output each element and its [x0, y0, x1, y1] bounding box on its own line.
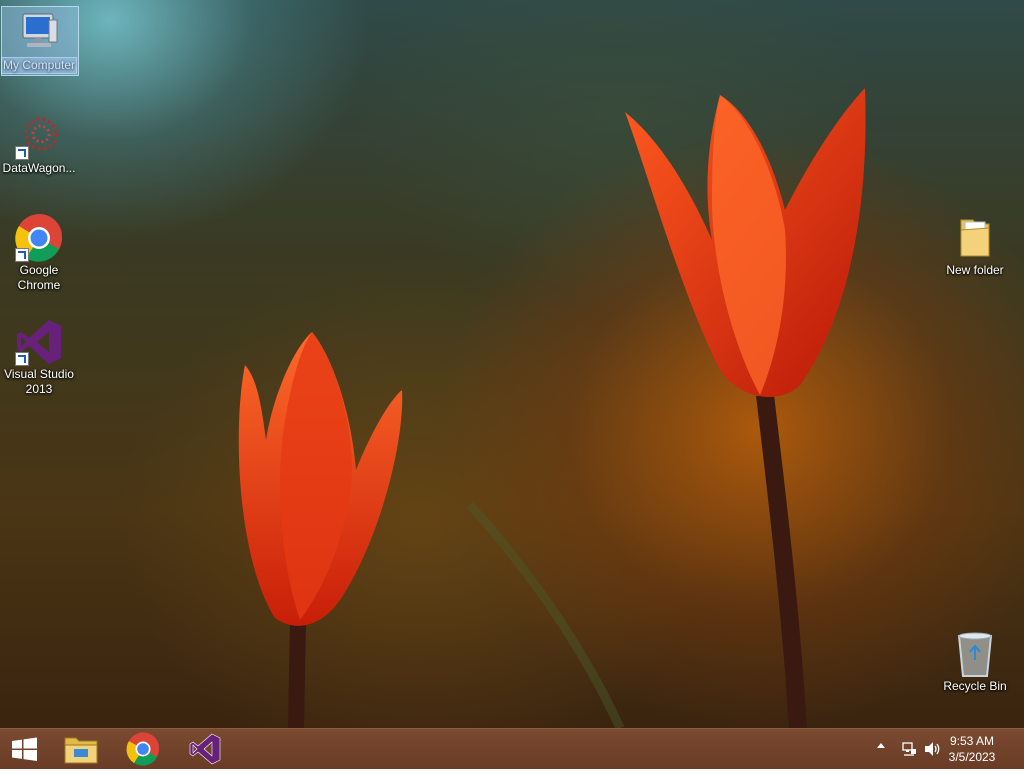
- google-chrome-label: Google Chrome: [17, 263, 61, 292]
- desktop-background[interactable]: My Computer DataWagon... Google Chrome V…: [0, 0, 1024, 728]
- windows-logo-icon: [12, 737, 37, 761]
- datawagon-label: DataWagon...: [2, 161, 76, 175]
- shortcut-arrow-icon: [15, 146, 29, 160]
- taskbar-clock[interactable]: 9:53 AM 3/5/2023: [942, 733, 1002, 765]
- visual-studio-icon: [189, 733, 221, 765]
- visual-studio-label: Visual Studio 2013: [4, 367, 74, 396]
- new-folder[interactable]: New folder: [937, 214, 1013, 278]
- file-explorer-icon: [64, 737, 98, 764]
- recycle-bin-label: Recycle Bin: [943, 679, 1007, 693]
- my-computer-shortcut[interactable]: My Computer: [1, 6, 79, 76]
- show-hidden-icons-chevron-icon[interactable]: [877, 743, 885, 748]
- datawagon-shortcut[interactable]: DataWagon...: [1, 112, 77, 176]
- recycle-bin-icon: [951, 630, 999, 678]
- network-icon[interactable]: [902, 741, 918, 757]
- tulip-wallpaper: [238, 88, 866, 728]
- taskbar: 9:53 AM 3/5/2023: [0, 728, 1024, 769]
- visual-studio-taskbar-button[interactable]: [175, 729, 235, 769]
- recycle-bin[interactable]: Recycle Bin: [937, 630, 1013, 694]
- shortcut-arrow-icon: [15, 352, 29, 366]
- chrome-icon: [126, 732, 159, 766]
- file-explorer-taskbar-button[interactable]: [52, 729, 112, 769]
- folder-icon: [951, 214, 999, 262]
- system-tray: 9:53 AM 3/5/2023: [864, 729, 1024, 769]
- shortcut-arrow-icon: [15, 248, 29, 262]
- google-chrome-shortcut[interactable]: Google Chrome: [1, 214, 77, 293]
- clock-time: 9:53 AM: [949, 734, 995, 748]
- visual-studio-icon: [15, 318, 63, 366]
- chrome-icon: [15, 214, 63, 262]
- new-folder-label: New folder: [946, 263, 1004, 277]
- computer-icon: [15, 8, 63, 56]
- start-button[interactable]: [0, 729, 60, 769]
- clock-date: 3/5/2023: [948, 750, 996, 764]
- chrome-taskbar-button[interactable]: [113, 729, 173, 769]
- datawagon-icon: [15, 112, 63, 160]
- volume-icon[interactable]: [924, 741, 942, 757]
- visual-studio-shortcut[interactable]: Visual Studio 2013: [1, 318, 77, 397]
